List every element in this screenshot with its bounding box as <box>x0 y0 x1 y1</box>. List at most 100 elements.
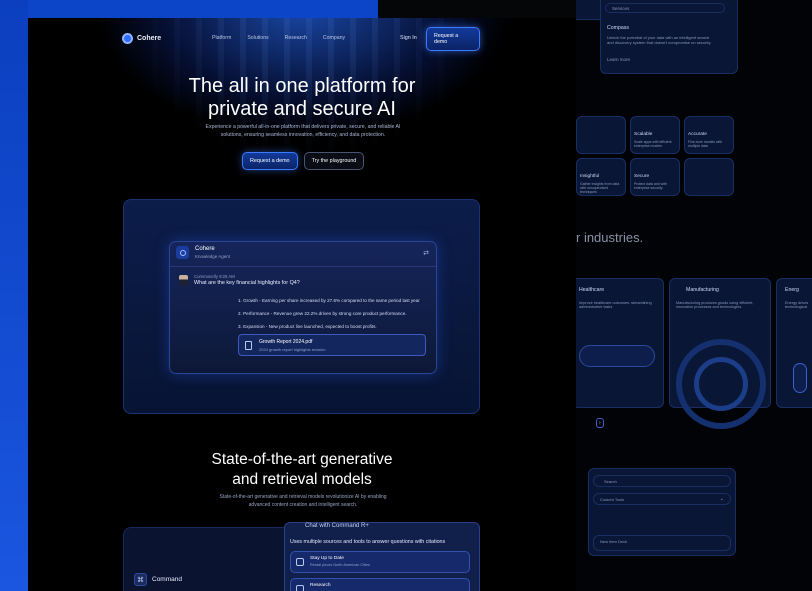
feature-desc: Scale apps with efficient enterprise mod… <box>634 140 672 148</box>
feature-card: Accurate Fine-tune models with multiple … <box>684 116 734 154</box>
feature-desc: Gather insights from data with unsupervi… <box>580 182 620 194</box>
compass-title: Compass <box>607 25 629 31</box>
command-label: Command <box>152 576 182 583</box>
request-demo-button[interactable]: Request a demo <box>242 152 298 170</box>
command-model-tab[interactable]: ⌘ Command <box>134 573 182 586</box>
tool-title: Stay Up to Date <box>310 556 344 561</box>
agent-role: Knowledge Agent <box>195 254 231 259</box>
nav-link-company[interactable]: Company <box>323 35 345 41</box>
command-icon: ⌘ <box>134 573 147 586</box>
nav-link-solutions[interactable]: Solutions <box>247 35 268 41</box>
industry-desc: Energy drives technological <box>785 301 809 309</box>
try-playground-button[interactable]: Try the playground <box>303 152 365 170</box>
tool-item[interactable]: Stay Up to Date Rental prices North Amer… <box>290 551 470 573</box>
feature-title: Insightful <box>580 174 600 179</box>
feature-title: Scalable <box>634 132 653 137</box>
wave-ring-inner <box>694 357 748 411</box>
hero-title-line-2: private and secure AI <box>208 98 396 120</box>
answer-item: 3. Expansion - New product line launched… <box>238 324 377 329</box>
demo-panel: Cohere Knowledge Agent ⇄ Commonelly 9:25… <box>123 199 480 414</box>
compass-desc: Unlock the potential of your data with a… <box>607 35 712 45</box>
models-section-title: State-of-the-art generative and retrieva… <box>28 450 576 490</box>
hero-title: The all in one platform for private and … <box>28 75 576 121</box>
industry-toggle <box>579 345 655 367</box>
user-avatar <box>179 275 188 286</box>
brand-name[interactable]: Cohere <box>137 35 161 42</box>
tool-item[interactable]: Research <box>290 578 470 591</box>
backdrop-blue-band <box>0 0 28 591</box>
feature-title: Accurate <box>688 132 707 137</box>
feature-desc: Fine-tune models with multiple data <box>688 140 723 148</box>
answer-list: 1. Growth - Earning per share increased … <box>238 298 428 337</box>
compass-link[interactable]: Learn more <box>607 57 630 62</box>
models-title-line-2: and retrieval models <box>232 471 372 488</box>
nav-links: Platform Solutions Research Company <box>212 35 345 41</box>
tools-select[interactable]: Custom Tools ⌄ <box>593 493 731 505</box>
hero-subtitle: Experience a powerful all-in-one platfor… <box>205 124 401 138</box>
industry-desc: Improve healthcare outcomes, streamlinin… <box>579 301 652 309</box>
industry-card-manufacturing[interactable]: Manufacturing Manufacturing produces goo… <box>669 278 771 429</box>
feature-card-empty <box>576 116 626 154</box>
services-label: Services <box>612 6 630 11</box>
nav-link-platform[interactable]: Platform <box>212 35 231 41</box>
chevron-down-icon: ⌄ <box>719 496 724 502</box>
answer-item: 2. Performance - Revenue grew 22.2% driv… <box>238 311 407 316</box>
services-item[interactable]: Services <box>605 3 725 13</box>
compass-card: Services Compass Unlock the potential of… <box>600 0 738 74</box>
chat-card: Cohere Knowledge Agent ⇄ Commonelly 9:25… <box>169 241 437 374</box>
tools-panel: Search Custom Tools ⌄ New Item Deck <box>588 468 736 556</box>
select-value: Custom Tools <box>600 497 625 502</box>
top-nav: Cohere Platform Solutions Research Compa… <box>122 27 480 51</box>
carousel-next-icon[interactable]: › <box>596 418 604 428</box>
hero-title-line-1: The all in one platform for <box>188 75 416 97</box>
agent-name: Cohere <box>195 246 215 252</box>
calendar-icon <box>296 558 304 566</box>
preview-subtitle: Uses multiple sources and tools to answe… <box>290 539 446 545</box>
chat-divider <box>170 266 436 267</box>
industry-title: Energ <box>785 287 799 293</box>
new-item-label: New Item Deck <box>600 539 628 544</box>
sign-in-link[interactable]: Sign In <box>400 35 417 41</box>
feature-card: Scalable Scale apps with efficient enter… <box>630 116 680 154</box>
chat-header: Cohere Knowledge Agent <box>176 246 230 259</box>
command-chat-preview: Chat with Command R+ Uses multiple sourc… <box>284 522 480 591</box>
industry-desc: Manufacturing produces goods using effic… <box>676 301 754 309</box>
answer-item: 1. Growth - Earning per share increased … <box>238 298 420 303</box>
industries-heading: r industries. <box>576 230 644 245</box>
industry-card-energy[interactable]: Energ Energy drives technological <box>776 278 812 408</box>
search-placeholder: Search <box>604 479 617 484</box>
tool-title: Research <box>310 583 331 588</box>
energy-slider <box>793 363 807 393</box>
nav-link-research[interactable]: Research <box>285 35 307 41</box>
nav-request-demo-button[interactable]: Request a demo <box>426 27 480 51</box>
file-attachment[interactable]: Growth Report 2024.pdf 2024 growth repor… <box>238 334 426 356</box>
question-text: What are the key financial highlights fo… <box>194 280 300 286</box>
collage-right: Services Compass Unlock the potential of… <box>576 0 812 591</box>
landing-page: Cohere Platform Solutions Research Compa… <box>28 18 576 591</box>
tool-desc: Rental prices North American Cities <box>310 563 370 567</box>
agent-logo-icon <box>176 246 189 259</box>
feature-title: Secure <box>634 174 650 179</box>
models-panel: ⌘ Command Chat with Command R+ Uses mult… <box>123 522 480 591</box>
industry-title: Manufacturing <box>686 287 719 293</box>
models-section-subtitle: State-of-the-art generative and retrieva… <box>219 494 387 508</box>
document-icon <box>245 341 252 350</box>
feature-desc: Protect data and with enterprise securit… <box>634 182 667 190</box>
swap-icon[interactable]: ⇄ <box>423 249 429 257</box>
logo-icon <box>122 32 133 44</box>
hero-cta-row: Request a demo Try the playground <box>242 152 365 170</box>
feature-card-empty <box>684 158 734 196</box>
models-title-line-1: State-of-the-art generative <box>211 451 393 468</box>
file-description: 2024 growth report highlights revision <box>259 347 326 352</box>
search-input[interactable]: Search <box>593 475 731 487</box>
preview-header: Chat with Command R+ <box>305 523 369 529</box>
industry-card-healthcare[interactable]: Healthcare Improve healthcare outcomes, … <box>576 278 664 408</box>
file-name: Growth Report 2024.pdf <box>259 339 313 345</box>
question-meta: Commonelly 9:25 AM <box>194 274 235 279</box>
feature-card: Secure Protect data and with enterprise … <box>630 158 680 196</box>
new-item[interactable]: New Item Deck <box>593 535 731 551</box>
research-icon <box>296 585 304 591</box>
industry-title: Healthcare <box>579 287 605 293</box>
feature-card: Insightful Gather insights from data wit… <box>576 158 626 196</box>
backdrop-blue-top <box>0 0 378 18</box>
